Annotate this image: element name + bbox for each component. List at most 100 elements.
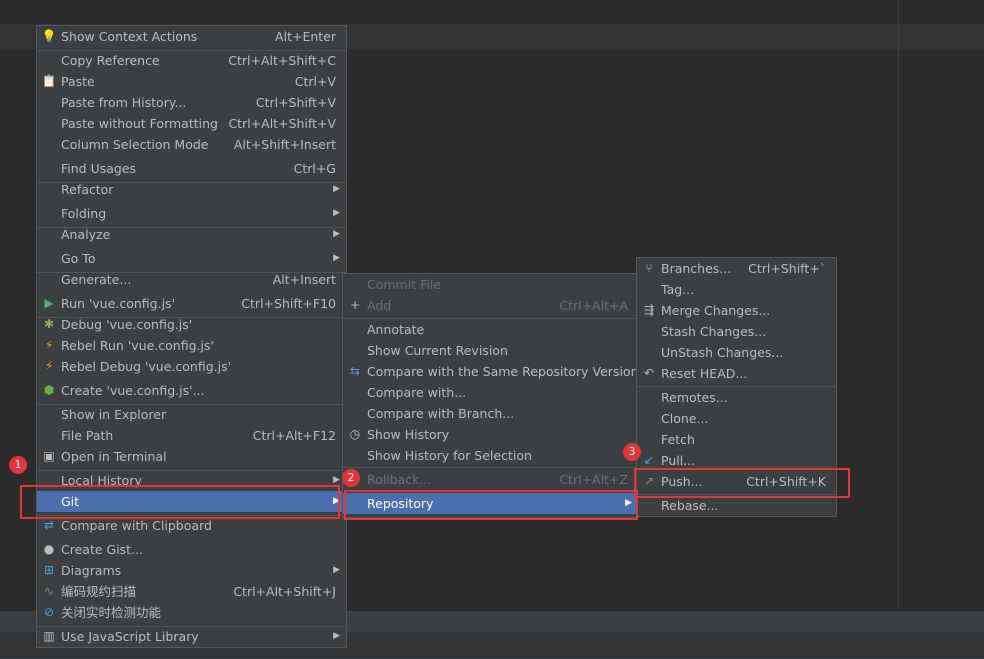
menu2-item-commit-file[interactable]: Commit File: [343, 274, 638, 295]
menu3-item-reset-head[interactable]: ↶ Reset HEAD...: [637, 363, 836, 384]
menu1-item-25[interactable]: ∿ 编码规约扫描 Ctrl+Alt+Shift+J: [37, 581, 346, 602]
menu-item-label: Go To: [61, 251, 96, 266]
menu1-item-show-context-actions[interactable]: 💡 Show Context Actions Alt+Enter: [37, 26, 346, 47]
menu-item-label: Show in Explorer: [61, 407, 167, 422]
menu-item-shortcut: Ctrl+Alt+Shift+V: [228, 116, 336, 131]
step-badge-2: 2: [342, 469, 360, 487]
menu2-item-compare-with[interactable]: Compare with...: [343, 382, 638, 403]
menu-item-label: Compare with Branch...: [367, 406, 515, 421]
menu-item-label: Folding: [61, 206, 107, 221]
menu-item-label: Diagrams: [61, 563, 122, 578]
menu1-item-generate[interactable]: Generate... Alt+Insert: [37, 269, 346, 290]
submenu-arrow-icon: ▶: [333, 631, 340, 641]
editor-right-margin-line: [898, 0, 899, 610]
editor-context-menu: 💡 Show Context Actions Alt+Enter Copy Refer…: [36, 25, 347, 648]
menu-item-label: Clone...: [661, 411, 709, 426]
menu-item-label: Annotate: [367, 322, 425, 337]
menu-item-label: Use JavaScript Library: [61, 629, 199, 644]
menu-item-shortcut: Ctrl+Shift+F10: [241, 296, 336, 311]
menu1-item-rebel-debug-vue-config-js[interactable]: ⚡ Rebel Debug 'vue.config.js': [37, 356, 346, 377]
menu1-item-folding[interactable]: Folding ▶: [37, 203, 346, 224]
menu3-item-remotes[interactable]: Remotes...: [637, 387, 836, 408]
step-badge-3: 3: [623, 443, 641, 461]
menu-item-label: Create 'vue.config.js'...: [61, 383, 205, 398]
menu1-item-diagrams[interactable]: ⊞ Diagrams ▶: [37, 560, 346, 581]
menu1-item-analyze[interactable]: Analyze ▶: [37, 224, 346, 245]
menu-item-label: Debug 'vue.config.js': [61, 317, 193, 332]
menu3-item-unstash-changes[interactable]: UnStash Changes...: [637, 342, 836, 363]
menu1-item-copy-reference[interactable]: Copy Reference Ctrl+Alt+Shift+C: [37, 50, 346, 71]
menu1-item-paste[interactable]: 📋 Paste Ctrl+V: [37, 71, 346, 92]
menu-item-label: Open in Terminal: [61, 449, 167, 464]
menu3-item-rebase[interactable]: Rebase...: [637, 495, 836, 516]
menu-item-label: UnStash Changes...: [661, 345, 784, 360]
nodejs-icon: ⬢: [43, 383, 55, 397]
menu2-item-show-current-revision[interactable]: Show Current Revision: [343, 340, 638, 361]
menu-item-label: Merge Changes...: [661, 303, 771, 318]
github-icon: ●: [43, 542, 55, 556]
menu2-item-compare-with-branch[interactable]: Compare with Branch...: [343, 403, 638, 424]
menu1-item-run-vue-config-js[interactable]: ▶ Run 'vue.config.js' Ctrl+Shift+F10: [37, 293, 346, 314]
menu3-item-tag[interactable]: Tag...: [637, 279, 836, 300]
menu2-item-add[interactable]: + Add Ctrl+Alt+A: [343, 295, 638, 316]
menu2-item-rollback[interactable]: Rollback... Ctrl+Alt+Z: [343, 469, 638, 490]
menu3-item-branches[interactable]: ⑂ Branches... Ctrl+Shift+`: [637, 258, 836, 279]
menu3-item-clone[interactable]: Clone...: [637, 408, 836, 429]
menu1-item-open-in-terminal[interactable]: ▣ Open in Terminal: [37, 446, 346, 467]
menu1-item-use-javascript-library[interactable]: ▥ Use JavaScript Library ▶: [37, 626, 346, 647]
menu-item-label: Column Selection Mode: [61, 137, 209, 152]
menu-item-label: Analyze: [61, 227, 111, 242]
menu1-item-refactor[interactable]: Refactor ▶: [37, 179, 346, 200]
menu-item-shortcut: Ctrl+Alt+Shift+J: [233, 584, 336, 599]
menu3-item-merge-changes[interactable]: ⇶ Merge Changes...: [637, 300, 836, 321]
menu-item-label: Stash Changes...: [661, 324, 767, 339]
menu1-item-create-gist[interactable]: ● Create Gist...: [37, 539, 346, 560]
menu3-item-stash-changes[interactable]: Stash Changes...: [637, 321, 836, 342]
menu-item-label: Generate...: [61, 272, 132, 287]
editor-background: [0, 0, 984, 24]
pull-arrow-icon: ↙: [643, 453, 655, 467]
menu-item-label: Find Usages: [61, 161, 137, 176]
menu-item-label: Rebel Run 'vue.config.js': [61, 338, 214, 353]
debug-icon: ✱: [43, 317, 55, 331]
submenu-arrow-icon: ▶: [333, 229, 340, 239]
menu-item-label: Run 'vue.config.js': [61, 296, 176, 311]
menu1-item-column-selection-mode[interactable]: Column Selection Mode Alt+Shift+Insert: [37, 134, 346, 155]
menu-item-shortcut: Ctrl+G: [293, 161, 336, 176]
menu-item-shortcut: Alt+Shift+Insert: [233, 137, 336, 152]
menu-item-label: Fetch: [661, 432, 695, 447]
menu2-item-annotate[interactable]: Annotate: [343, 319, 638, 340]
menu1-item-create-vue-config-js[interactable]: ⬢ Create 'vue.config.js'...: [37, 380, 346, 401]
compare-icon: ⇄: [43, 518, 55, 532]
menu2-item-show-history[interactable]: ◷ Show History: [343, 424, 638, 445]
git-item-highlight: [20, 485, 340, 519]
menu-item-shortcut: Ctrl+V: [294, 74, 336, 89]
menu1-item-file-path[interactable]: File Path Ctrl+Alt+F12: [37, 425, 346, 446]
plus-icon: +: [349, 298, 361, 312]
menu-item-label: Remotes...: [661, 390, 728, 405]
menu1-item-paste-without-formatting[interactable]: Paste without Formatting Ctrl+Alt+Shift+V: [37, 113, 346, 134]
menu2-item-compare-with-the-same-repository-version[interactable]: ⇆ Compare with the Same Repository Versio…: [343, 361, 639, 382]
menu1-item-show-in-explorer[interactable]: Show in Explorer: [37, 404, 346, 425]
menu-item-label: Compare with...: [367, 385, 467, 400]
code-scan-icon: ∿: [43, 584, 55, 598]
step-badge-1: 1: [9, 456, 27, 474]
menu1-item-debug-vue-config-js[interactable]: ✱ Debug 'vue.config.js': [37, 314, 346, 335]
repository-item-highlight: [344, 490, 638, 520]
menu1-item-find-usages[interactable]: Find Usages Ctrl+G: [37, 158, 346, 179]
git-submenu: Commit File + Add Ctrl+Alt+A Annotate Show Cu…: [342, 273, 639, 518]
menu1-item-rebel-run-vue-config-js[interactable]: ⚡ Rebel Run 'vue.config.js': [37, 335, 346, 356]
menu-item-label: Show History for Selection: [367, 448, 532, 463]
menu-item-label: Paste without Formatting: [61, 116, 218, 131]
menu3-item-fetch[interactable]: Fetch: [637, 429, 836, 450]
branch-icon: ⑂: [645, 261, 653, 275]
menu-item-shortcut: Ctrl+Alt+A: [559, 298, 628, 313]
menu-item-shortcut: Ctrl+Shift+`: [748, 261, 826, 276]
menu2-item-show-history-for-selection[interactable]: Show History for Selection: [343, 445, 638, 466]
menu1-item-paste-from-history[interactable]: Paste from History... Ctrl+Shift+V: [37, 92, 346, 113]
menu1-item-go-to[interactable]: Go To ▶: [37, 248, 346, 269]
menu-item-shortcut: Alt+Insert: [272, 272, 336, 287]
menu1-item-26[interactable]: ⊘ 关闭实时检测功能: [37, 602, 346, 623]
history-clock-icon: ◷: [349, 427, 361, 441]
menu-item-shortcut: Ctrl+Shift+V: [255, 95, 336, 110]
